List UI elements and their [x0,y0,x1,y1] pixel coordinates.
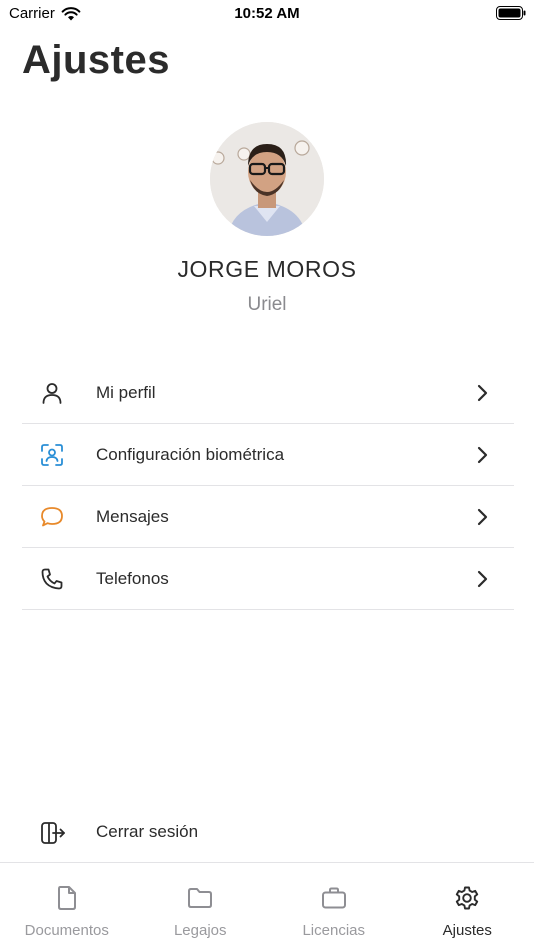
tab-ajustes[interactable]: Ajustes [401,863,534,950]
chevron-right-icon [477,570,488,588]
gear-icon [456,886,479,910]
user-icon [42,383,62,404]
avatar[interactable] [210,122,324,236]
logout-button[interactable]: Cerrar sesión [22,808,514,858]
tab-label: Legajos [173,922,227,939]
menu-item-label: Mi perfil [96,382,156,402]
menu-item-label: Configuración biométrica [96,444,285,464]
face-scan-icon [41,444,63,466]
status-bar: Carrier 10:52 AM [0,0,534,28]
tab-label: Ajustes [442,922,492,939]
menu-item-telefonos[interactable]: Telefonos [22,548,514,610]
battery-icon [496,6,526,20]
menu-item-label: Mensajes [96,506,169,526]
tab-bar: Documentos Legajos Licencias Ajustes [0,862,534,950]
tab-legajos[interactable]: Legajos [134,863,268,950]
menu-item-biometric[interactable]: Configuración biométrica [22,424,514,486]
chevron-right-icon [477,508,488,526]
menu-item-mensajes[interactable]: Mensajes [22,486,514,548]
chevron-right-icon [477,446,488,464]
phone-icon [41,568,63,590]
tab-documentos[interactable]: Documentos [0,863,134,950]
profile-name: JORGE MOROS [177,256,357,282]
settings-menu: Mi perfil Configuración biométrica Mensa… [22,362,514,610]
page-title: Ajustes [22,38,170,82]
menu-item-label: Telefonos [96,568,169,588]
logout-label: Cerrar sesión [96,822,199,841]
tab-licencias[interactable]: Licencias [267,863,401,950]
status-time: 10:52 AM [234,5,300,22]
profile-subtitle: Uriel [247,294,287,315]
briefcase-icon [321,887,346,909]
tab-label: Documentos [24,922,109,939]
logout-icon [41,822,65,844]
folder-icon [188,888,213,908]
document-icon [57,886,76,910]
message-bubble-icon [41,507,63,527]
chevron-right-icon [477,384,488,402]
avatar-photo [210,122,324,236]
menu-item-mi-perfil[interactable]: Mi perfil [22,362,514,424]
tab-label: Licencias [302,922,366,939]
